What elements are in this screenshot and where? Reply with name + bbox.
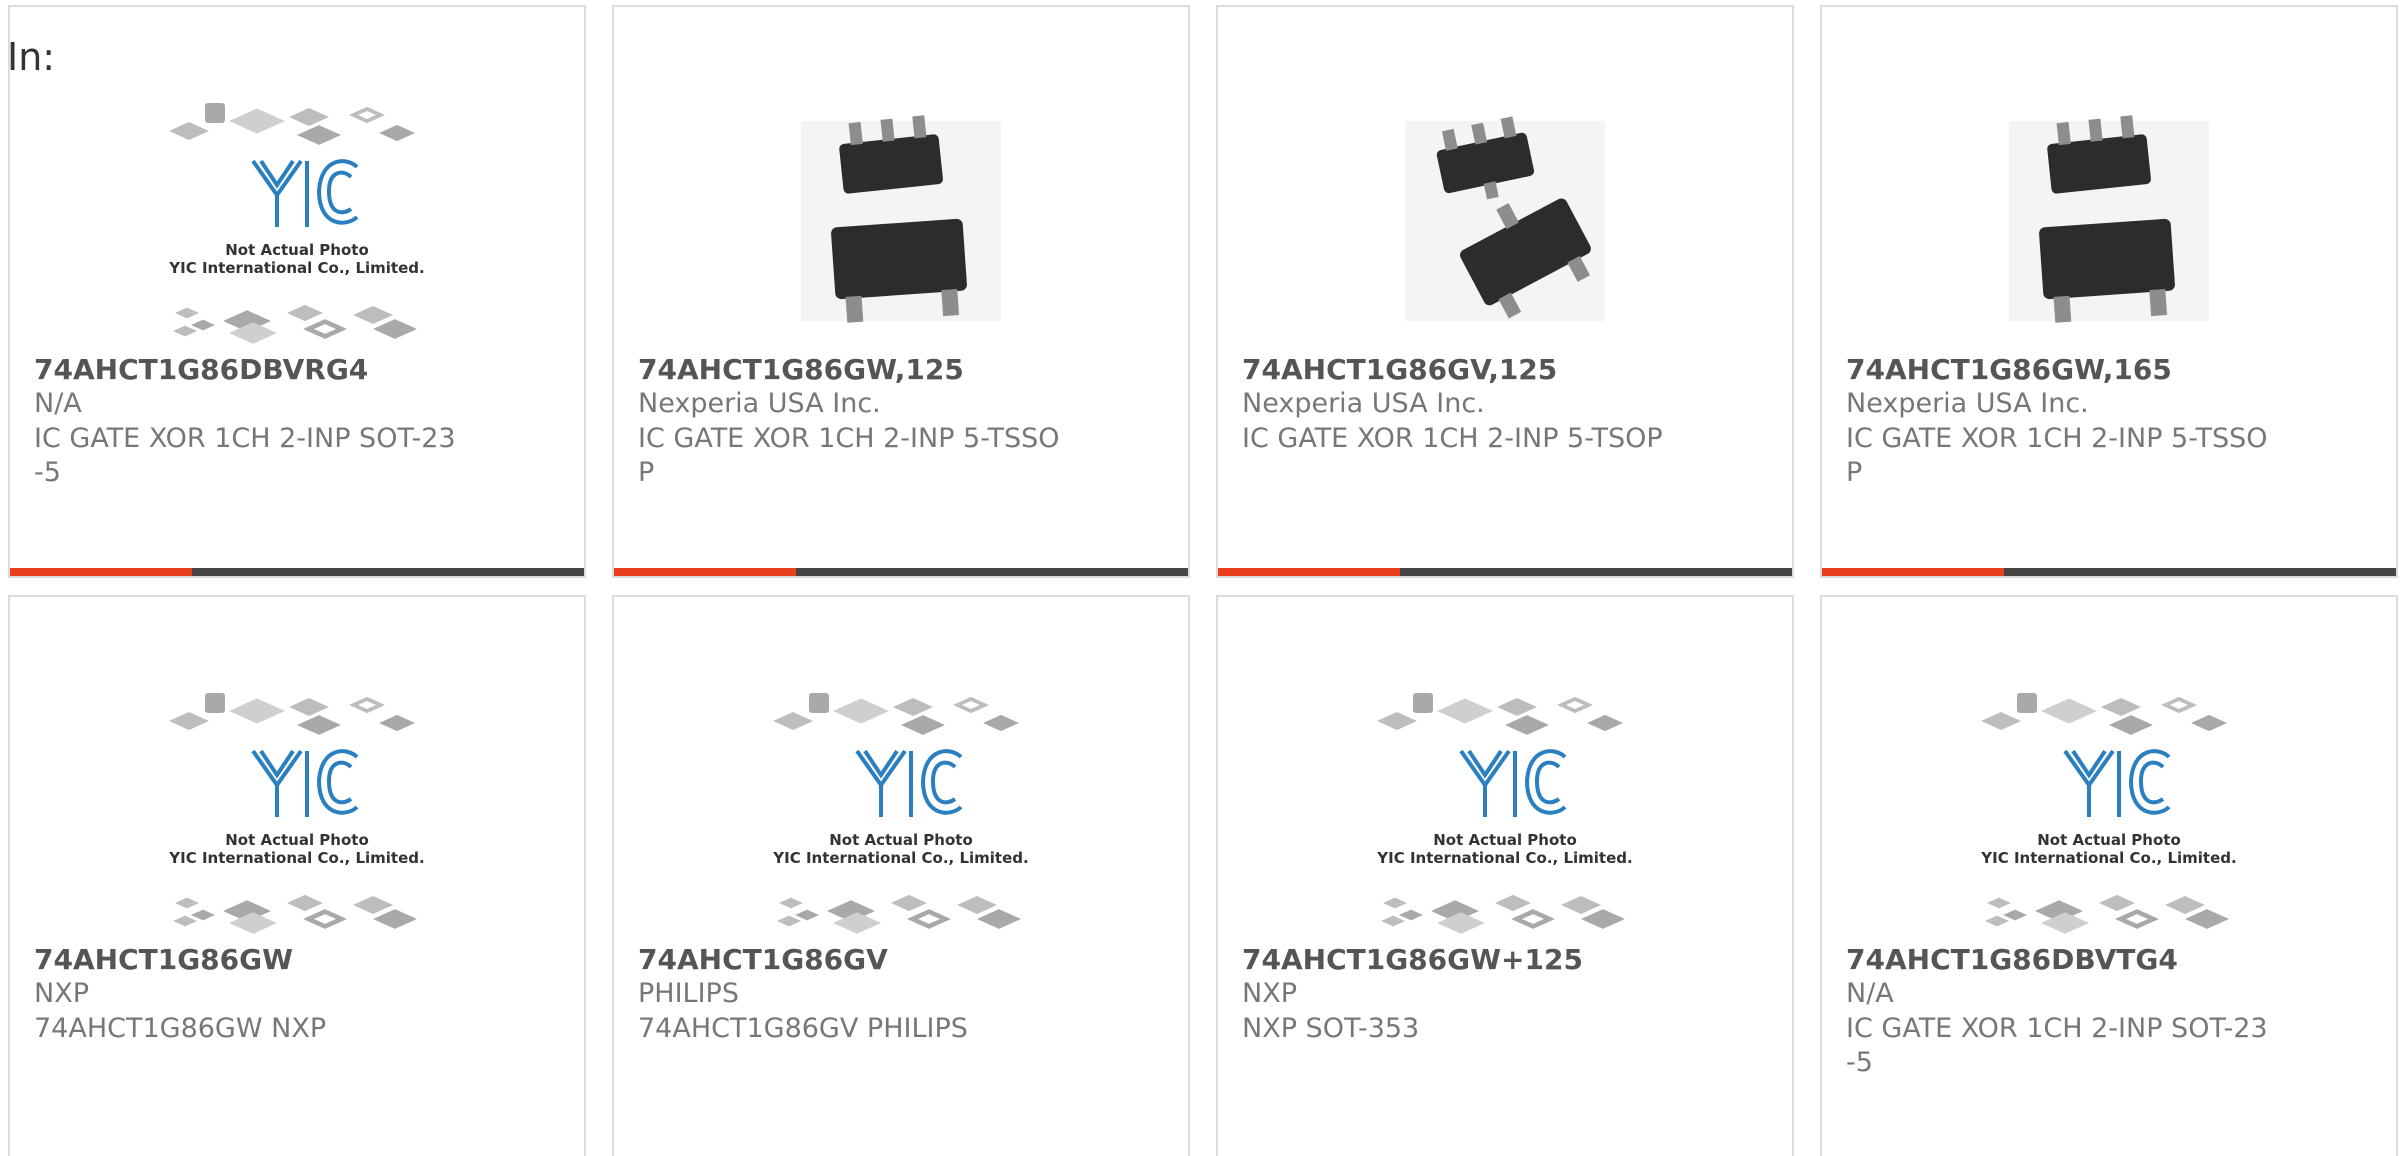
product-image[interactable]: Not Actual Photo YIC International Co., … bbox=[1969, 681, 2249, 935]
description: IC GATE XOR 1CH 2-INP 5-TSOP bbox=[1242, 423, 1663, 454]
accent-bar bbox=[1218, 568, 1400, 576]
product-image[interactable] bbox=[1365, 91, 1645, 345]
description: IC GATE XOR 1CH 2-INP 5-TSSOP bbox=[638, 423, 1060, 488]
description: NXP SOT-353 bbox=[1242, 1013, 1420, 1044]
manufacturer: NXP bbox=[1242, 978, 1297, 1009]
svg-text:Not Actual Photo: Not Actual Photo bbox=[2037, 831, 2181, 849]
svg-text:YIC International Co., Limited: YIC International Co., Limited. bbox=[1376, 849, 1632, 867]
svg-text:YIC International Co., Limited: YIC International Co., Limited. bbox=[1980, 849, 2236, 867]
description: IC GATE XOR 1CH 2-INP SOT-23-5 bbox=[1846, 1013, 2268, 1078]
product-image[interactable]: Not Actual Photo YIC International Co., … bbox=[157, 681, 437, 935]
svg-text:Not Actual Photo: Not Actual Photo bbox=[225, 831, 369, 849]
svg-text:YIC International Co., Limited: YIC International Co., Limited. bbox=[772, 849, 1028, 867]
product-image[interactable] bbox=[761, 91, 1041, 345]
svg-text:Not Actual Photo: Not Actual Photo bbox=[225, 241, 369, 259]
part-number-link[interactable]: 74AHCT1G86DBVTG4 bbox=[1846, 943, 2178, 976]
part-number-link[interactable]: 74AHCT1G86GW,125 bbox=[638, 353, 964, 386]
product-card[interactable]: 74AHCT1G86GV,125 Nexperia USA Inc. IC GA… bbox=[1216, 5, 1794, 578]
accent-bar bbox=[10, 568, 192, 576]
product-card[interactable]: 74AHCT1G86GW,125 Nexperia USA Inc. IC GA… bbox=[612, 5, 1190, 578]
description: IC GATE XOR 1CH 2-INP 5-TSSOP bbox=[1846, 423, 2268, 488]
part-number-link[interactable]: 74AHCT1G86GW+125 bbox=[1242, 943, 1583, 976]
product-card[interactable]: Not Actual Photo YIC International Co., … bbox=[8, 5, 586, 578]
card-bottom-bar bbox=[614, 568, 1188, 576]
svg-text:Not Actual Photo: Not Actual Photo bbox=[829, 831, 973, 849]
part-number-link[interactable]: 74AHCT1G86GW,165 bbox=[1846, 353, 2172, 386]
part-number-link[interactable]: 74AHCT1G86GV bbox=[638, 943, 888, 976]
card-bottom-bar bbox=[1218, 568, 1792, 576]
product-image[interactable]: Not Actual Photo YIC International Co., … bbox=[761, 681, 1041, 935]
description: 74AHCT1G86GV PHILIPS bbox=[638, 1013, 968, 1044]
product-grid-page: In: Not Actual Photo YIC International C… bbox=[0, 0, 2400, 1156]
product-image[interactable]: Not Actual Photo YIC International Co., … bbox=[157, 91, 437, 345]
manufacturer: NXP bbox=[34, 978, 89, 1009]
description: IC GATE XOR 1CH 2-INP SOT-23-5 bbox=[34, 423, 456, 488]
accent-bar bbox=[1822, 568, 2004, 576]
product-image[interactable]: Not Actual Photo YIC International Co., … bbox=[1365, 681, 1645, 935]
svg-text:Not Actual Photo: Not Actual Photo bbox=[1433, 831, 1577, 849]
product-card[interactable]: Not Actual Photo YIC International Co., … bbox=[1216, 595, 1794, 1156]
accent-bar bbox=[614, 568, 796, 576]
product-card[interactable]: 74AHCT1G86GW,165 Nexperia USA Inc. IC GA… bbox=[1820, 5, 2398, 578]
svg-text:YIC International Co., Limited: YIC International Co., Limited. bbox=[168, 259, 424, 277]
description: 74AHCT1G86GW NXP bbox=[34, 1013, 327, 1044]
manufacturer: Nexperia USA Inc. bbox=[638, 388, 881, 419]
manufacturer: Nexperia USA Inc. bbox=[1846, 388, 2089, 419]
part-number-link[interactable]: 74AHCT1G86DBVRG4 bbox=[34, 353, 368, 386]
search-in-label: In: bbox=[7, 35, 56, 79]
product-image[interactable] bbox=[1969, 91, 2249, 345]
manufacturer: N/A bbox=[34, 388, 82, 419]
part-number-link[interactable]: 74AHCT1G86GV,125 bbox=[1242, 353, 1557, 386]
product-card[interactable]: Not Actual Photo YIC International Co., … bbox=[612, 595, 1190, 1156]
card-bottom-bar bbox=[1822, 568, 2396, 576]
part-number-link[interactable]: 74AHCT1G86GW bbox=[34, 943, 293, 976]
product-card[interactable]: Not Actual Photo YIC International Co., … bbox=[1820, 595, 2398, 1156]
manufacturer: Nexperia USA Inc. bbox=[1242, 388, 1485, 419]
product-card[interactable]: Not Actual Photo YIC International Co., … bbox=[8, 595, 586, 1156]
manufacturer: PHILIPS bbox=[638, 978, 739, 1009]
manufacturer: N/A bbox=[1846, 978, 1894, 1009]
svg-text:YIC International Co., Limited: YIC International Co., Limited. bbox=[168, 849, 424, 867]
card-bottom-bar bbox=[10, 568, 584, 576]
